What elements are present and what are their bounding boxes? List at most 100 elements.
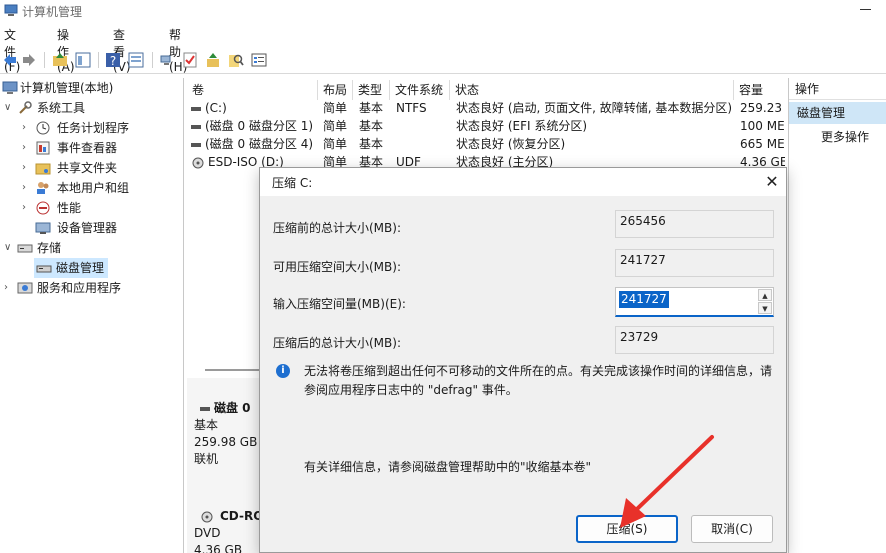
back-icon[interactable] [1, 51, 19, 69]
spin-up-icon[interactable]: ▲ [758, 289, 772, 301]
toolbar-separator [44, 52, 45, 68]
device-manager-icon [35, 222, 51, 234]
tree-item-label: 设备管理器 [57, 221, 118, 235]
up-folder-icon[interactable] [51, 51, 69, 69]
checklist-icon[interactable] [181, 51, 199, 69]
volume-capacity: 259.23 [740, 101, 782, 115]
tree-item-label: 磁盘管理 [56, 261, 105, 275]
volume-status: 状态良好 (EFI 系统分区) [456, 119, 588, 133]
tree-services[interactable]: › 服务和应用程序 [0, 278, 184, 298]
tree-item-local-users[interactable]: › 本地用户和组 [0, 178, 184, 198]
disk-0-info[interactable]: 磁盘 0 基本 259.98 GB 联机 [194, 400, 264, 468]
volume-name: (磁盘 0 磁盘分区 4) [205, 137, 314, 151]
tree-item-device-manager[interactable]: 设备管理器 [0, 218, 184, 238]
total-after-field: 23729 [615, 326, 774, 354]
chevron-right-icon[interactable]: › [22, 158, 26, 178]
toolbar-separator [98, 52, 99, 68]
tree-item-label: 性能 [57, 201, 82, 215]
available-space-label: 可用压缩空间大小(MB): [273, 260, 401, 274]
tree-item-label: 共享文件夹 [57, 161, 118, 175]
tools-icon [19, 101, 32, 114]
import-icon[interactable] [204, 51, 222, 69]
users-icon [37, 182, 49, 194]
disk-type: DVD [194, 526, 221, 540]
minimize-button[interactable] [852, 0, 880, 18]
actions-header: 操作 [789, 78, 886, 100]
volume-status: 状态良好 (恢复分区) [456, 137, 566, 151]
total-before-field: 265456 [615, 210, 774, 238]
tree-item-label: 事件查看器 [57, 141, 118, 155]
toolbar-separator [152, 52, 153, 68]
shrink-amount-label: 输入压缩空间量(MB)(E): [273, 297, 406, 311]
total-after-label: 压缩后的总计大小(MB): [273, 336, 401, 350]
shrink-button[interactable]: 压缩(S) [576, 515, 678, 543]
disk-size: 4.36 GB [194, 543, 243, 553]
close-icon[interactable]: ✕ [760, 171, 784, 193]
chevron-right-icon[interactable]: › [22, 178, 26, 198]
volume-type: 基本 [359, 137, 384, 151]
column-header-capacity[interactable]: 容量 [734, 80, 785, 100]
chevron-right-icon[interactable]: › [22, 198, 26, 218]
tree-storage-label: 存储 [37, 241, 62, 255]
volume-type: 基本 [359, 101, 384, 115]
show-hide-tree-icon[interactable] [74, 51, 92, 69]
column-header-type[interactable]: 类型 [353, 80, 390, 100]
chevron-right-icon[interactable]: › [22, 118, 26, 138]
computer-management-icon [4, 4, 18, 16]
properties-icon[interactable] [250, 51, 268, 69]
cancel-button[interactable]: 取消(C) [691, 515, 773, 543]
tree-services-label: 服务和应用程序 [37, 281, 122, 295]
column-header-volume[interactable]: 卷 [187, 80, 318, 100]
volume-name: (C:) [205, 101, 227, 115]
help-icon[interactable]: ? [104, 51, 122, 69]
shared-folder-icon [35, 163, 51, 175]
volume-name: (磁盘 0 磁盘分区 1) [205, 119, 314, 133]
disk-type: 基本 [194, 418, 219, 432]
optical-drive-icon [192, 157, 204, 168]
available-space-field: 241727 [615, 249, 774, 277]
actions-pane: 操作 磁盘管理 更多操作 [788, 78, 886, 553]
tree-root-label: 计算机管理(本地) [20, 81, 114, 95]
tree-storage[interactable]: ∨ 存储 [0, 238, 184, 258]
toolbar: ? [0, 48, 886, 74]
services-icon [17, 282, 33, 294]
scrollbar-thumb[interactable] [205, 369, 260, 371]
shrink-amount-input[interactable]: 241727 ▲ ▼ [615, 287, 774, 317]
svg-text:?: ? [110, 54, 116, 68]
optical-drive-icon [201, 511, 213, 522]
volume-icon [191, 124, 201, 129]
spin-down-icon[interactable]: ▼ [758, 302, 772, 314]
tree-item-disk-management[interactable]: 磁盘管理 [34, 258, 108, 278]
tree-item-performance[interactable]: › 性能 [0, 198, 184, 218]
chevron-down-icon[interactable]: ∨ [4, 98, 11, 118]
info-text: 无法将卷压缩到超出任何不可移动的文件所在的点。有关完成该操作时间的详细信息，请参… [304, 364, 773, 397]
chevron-right-icon[interactable]: › [22, 138, 26, 158]
navigation-tree: 计算机管理(本地) ∨ 系统工具 › 任务计划程序 › 事件查看器 › 共享文件… [0, 78, 184, 553]
column-header-status[interactable]: 状态 [450, 80, 734, 100]
chevron-down-icon[interactable]: ∨ [4, 238, 11, 258]
volume-fs: NTFS [396, 101, 427, 115]
tree-item-label: 任务计划程序 [57, 121, 130, 135]
column-header-layout[interactable]: 布局 [318, 80, 353, 100]
search-icon[interactable] [227, 51, 245, 69]
volume-type: 基本 [359, 119, 384, 133]
shrink-amount-value[interactable]: 241727 [619, 291, 669, 308]
tree-root[interactable]: 计算机管理(本地) [0, 78, 184, 98]
view-icon[interactable] [127, 51, 145, 69]
more-actions-link[interactable]: 更多操作 [821, 128, 869, 145]
event-viewer-icon [36, 141, 50, 155]
cdrom-info[interactable]: CD-RO DVD 4.36 GB [194, 508, 264, 553]
actions-section-disk-management[interactable]: 磁盘管理 [789, 102, 886, 124]
tree-item-event-viewer[interactable]: › 事件查看器 [0, 138, 184, 158]
volume-layout: 简单 [323, 137, 348, 151]
connect-icon[interactable] [158, 51, 176, 69]
chevron-right-icon[interactable]: › [4, 278, 8, 298]
column-header-filesystem[interactable]: 文件系统 [390, 80, 450, 100]
dialog-title-bar: 压缩 C: [260, 168, 786, 196]
tree-system-tools[interactable]: ∨ 系统工具 [0, 98, 184, 118]
tree-item-task-scheduler[interactable]: › 任务计划程序 [0, 118, 184, 138]
disk-icon [200, 406, 210, 411]
performance-icon [36, 201, 50, 215]
tree-item-shared-folders[interactable]: › 共享文件夹 [0, 158, 184, 178]
forward-icon[interactable] [20, 51, 38, 69]
